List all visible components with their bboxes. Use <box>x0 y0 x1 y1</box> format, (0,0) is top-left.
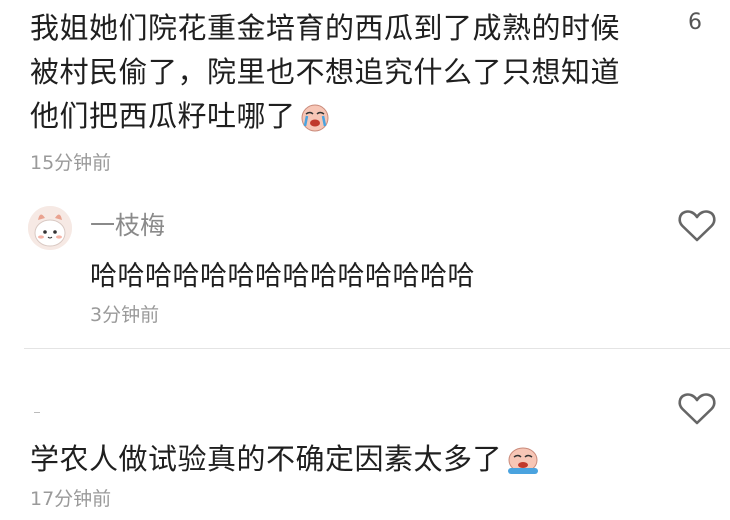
reply-time: 3分钟前 <box>90 304 160 326</box>
comment-3-text: 学农人做试验真的不确定因素太多了 <box>30 442 503 476</box>
comment-1-body: 我姐她们院花重金培育的西瓜到了成熟的时候被村民偷了，院里也不想追究什么了只想知道… <box>30 6 640 144</box>
comment-3-time: 17分钟前 <box>30 488 112 510</box>
placeholder-mark <box>34 412 40 413</box>
comment-3-body: 学农人做试验真的不确定因素太多了 <box>30 436 540 482</box>
divider <box>24 348 730 349</box>
reply-text: 哈哈哈哈哈哈哈哈哈哈哈哈哈哈 <box>90 261 475 292</box>
crying-face-emoji-icon <box>506 445 540 482</box>
avatar[interactable] <box>28 206 72 250</box>
heart-outline-icon[interactable] <box>676 387 718 429</box>
username[interactable]: 一枝梅 <box>90 206 165 242</box>
comment-1-time: 15分钟前 <box>30 152 112 174</box>
like-count[interactable]: 6 <box>688 10 702 35</box>
heart-outline-icon[interactable] <box>676 204 718 246</box>
comment-1: 我姐她们院花重金培育的西瓜到了成熟的时候被村民偷了，院里也不想追究什么了只想知道… <box>30 6 640 175</box>
crying-face-emoji-icon <box>300 100 330 144</box>
